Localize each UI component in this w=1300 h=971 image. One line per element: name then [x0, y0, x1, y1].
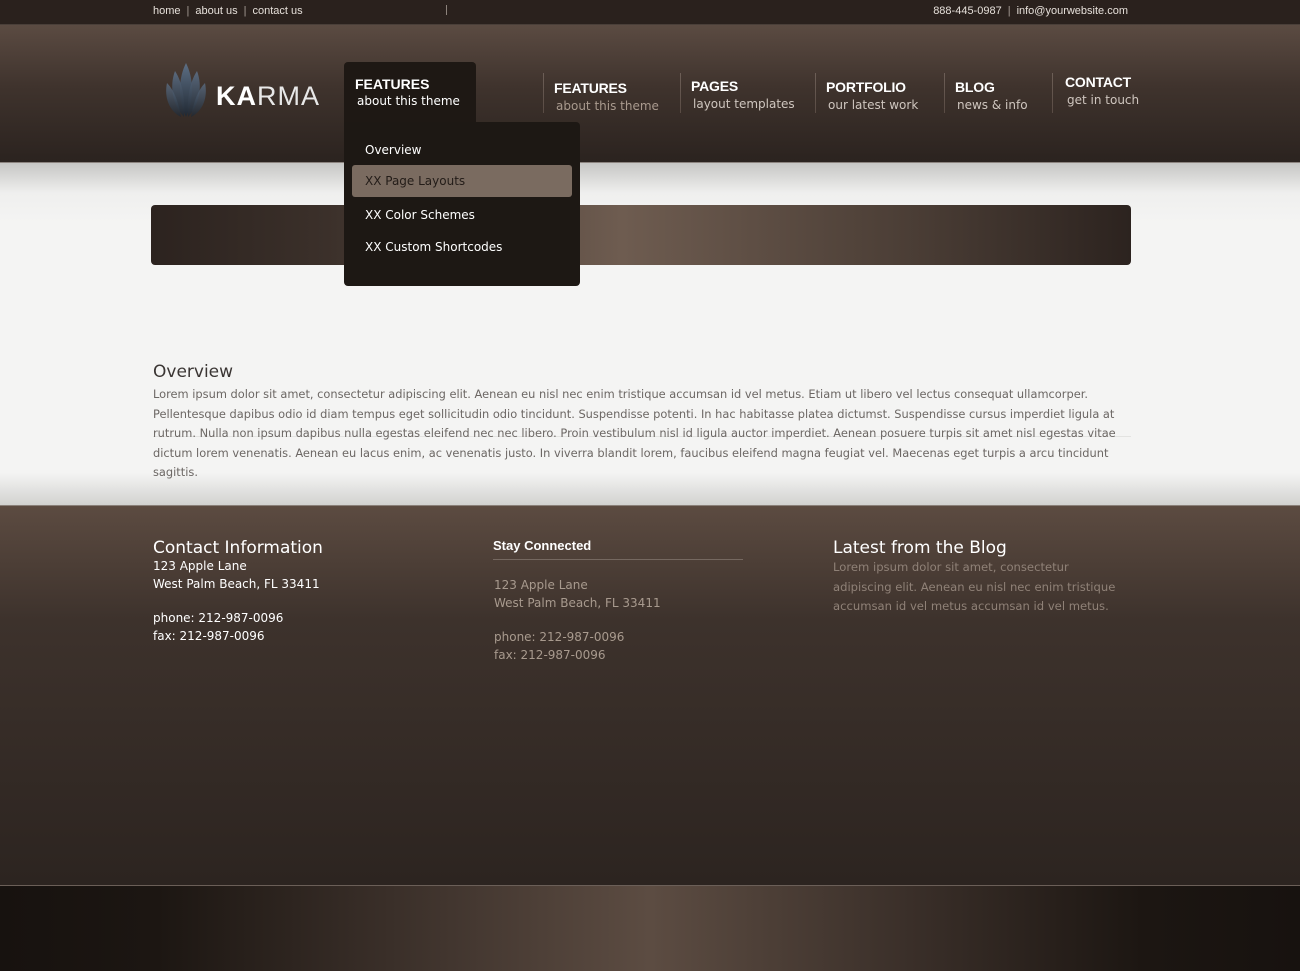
bottom-bar — [0, 885, 1300, 971]
menu-item-page-layouts[interactable]: XX Page Layouts — [352, 165, 572, 197]
menu-item-color-schemes[interactable]: XX Color Schemes — [352, 199, 572, 231]
phone-line: phone: 212-987-0096 — [153, 611, 284, 625]
nav-subtitle: about this theme — [556, 99, 659, 113]
address-line: West Palm Beach, FL 33411 — [153, 576, 320, 591]
nav-separator — [1052, 73, 1053, 113]
footer-heading: Latest from the Blog — [833, 538, 1007, 558]
body-paragraph: Lorem ipsum dolor sit amet, consectetur … — [153, 387, 1116, 480]
nav-item-pages[interactable]: PAGES layout templates — [691, 78, 795, 111]
nav-subtitle: our latest work — [828, 98, 919, 112]
nav-item-contact[interactable]: CONTACT get in touch — [1065, 74, 1139, 107]
page-title: Overview — [153, 362, 234, 382]
nav-separator — [543, 73, 544, 113]
nav-subtitle: news & info — [957, 98, 1028, 112]
header: KARMA FEATURES about this theme FEATURES… — [0, 25, 1300, 163]
nav-item-features[interactable]: FEATURES about this theme — [554, 80, 659, 113]
logo-wordmark: KARMA — [216, 81, 320, 111]
fax-line: fax: 212-987-0096 — [494, 647, 606, 662]
nav-separator — [815, 73, 816, 113]
top-phone: 888-445-0987 — [933, 5, 1002, 17]
top-email[interactable]: info@yourwebsite.com — [1017, 5, 1128, 17]
phone-line: phone: 212-987-0096 — [494, 630, 625, 644]
footer: Contact Information 123 Apple Lane West … — [0, 505, 1300, 886]
footer-contact-column: Contact Information 123 Apple Lane West … — [153, 538, 323, 645]
nav-title: FEATURES — [355, 76, 430, 92]
footer-heading: Stay Connected — [493, 538, 592, 553]
address-line: 123 Apple Lane — [494, 578, 588, 592]
address-line: West Palm Beach, FL 33411 — [494, 595, 661, 610]
nav-title: CONTACT — [1065, 74, 1131, 90]
nav-subtitle: get in touch — [1067, 93, 1140, 107]
topbar-divider — [446, 5, 447, 15]
nav-subtitle: about this theme — [357, 94, 460, 108]
features-dropdown-menu: Overview XX Page Layouts XX Color Scheme… — [344, 122, 580, 286]
menu-item-overview[interactable]: Overview — [352, 134, 572, 166]
menu-item-custom-shortcodes[interactable]: XX Custom Shortcodes — [352, 231, 572, 263]
top-link-home[interactable]: home — [153, 5, 181, 17]
nav-item-portfolio[interactable]: PORTFOLIO our latest work — [826, 79, 918, 112]
blog-excerpt[interactable]: Lorem ipsum dolor sit amet, consectetur … — [833, 558, 1131, 617]
fax-line: fax: 212-987-0096 — [153, 628, 265, 643]
separator: | — [243, 5, 247, 17]
separator: | — [186, 5, 190, 17]
nav-title: PAGES — [691, 78, 738, 94]
nav-subtitle: layout templates — [693, 97, 795, 111]
top-bar: home | about us | contact us 888-445-0987 | in… — [0, 0, 1300, 25]
site-logo[interactable]: KARMA — [163, 61, 323, 121]
main-content: Overview Lorem ipsum dolor sit amet, con… — [153, 362, 1128, 483]
nav-item-features-active[interactable]: FEATURES about this theme — [344, 62, 476, 124]
top-link-contact[interactable]: contact us — [252, 5, 302, 17]
nav-title: FEATURES — [554, 80, 627, 96]
top-link-about[interactable]: about us — [195, 5, 237, 17]
nav-separator — [944, 73, 945, 113]
nav-separator — [680, 73, 681, 113]
page-banner — [151, 205, 1131, 265]
nav-title: PORTFOLIO — [826, 79, 906, 95]
footer-blog-column: Latest from the Blog Lorem ipsum dolor s… — [833, 538, 1131, 617]
top-contact: 888-445-0987 | info@yourwebsite.com — [933, 5, 1128, 17]
separator: | — [1007, 5, 1011, 17]
leaf-crest-icon — [166, 63, 206, 117]
nav-title: BLOG — [955, 79, 995, 95]
footer-heading: Contact Information — [153, 538, 323, 558]
top-links: home | about us | contact us — [153, 5, 303, 17]
nav-item-blog[interactable]: BLOG news & info — [955, 79, 1028, 112]
footer-stay-connected-column: Stay Connected 123 Apple Lane West Palm … — [493, 538, 743, 664]
address-line: 123 Apple Lane — [153, 559, 247, 573]
